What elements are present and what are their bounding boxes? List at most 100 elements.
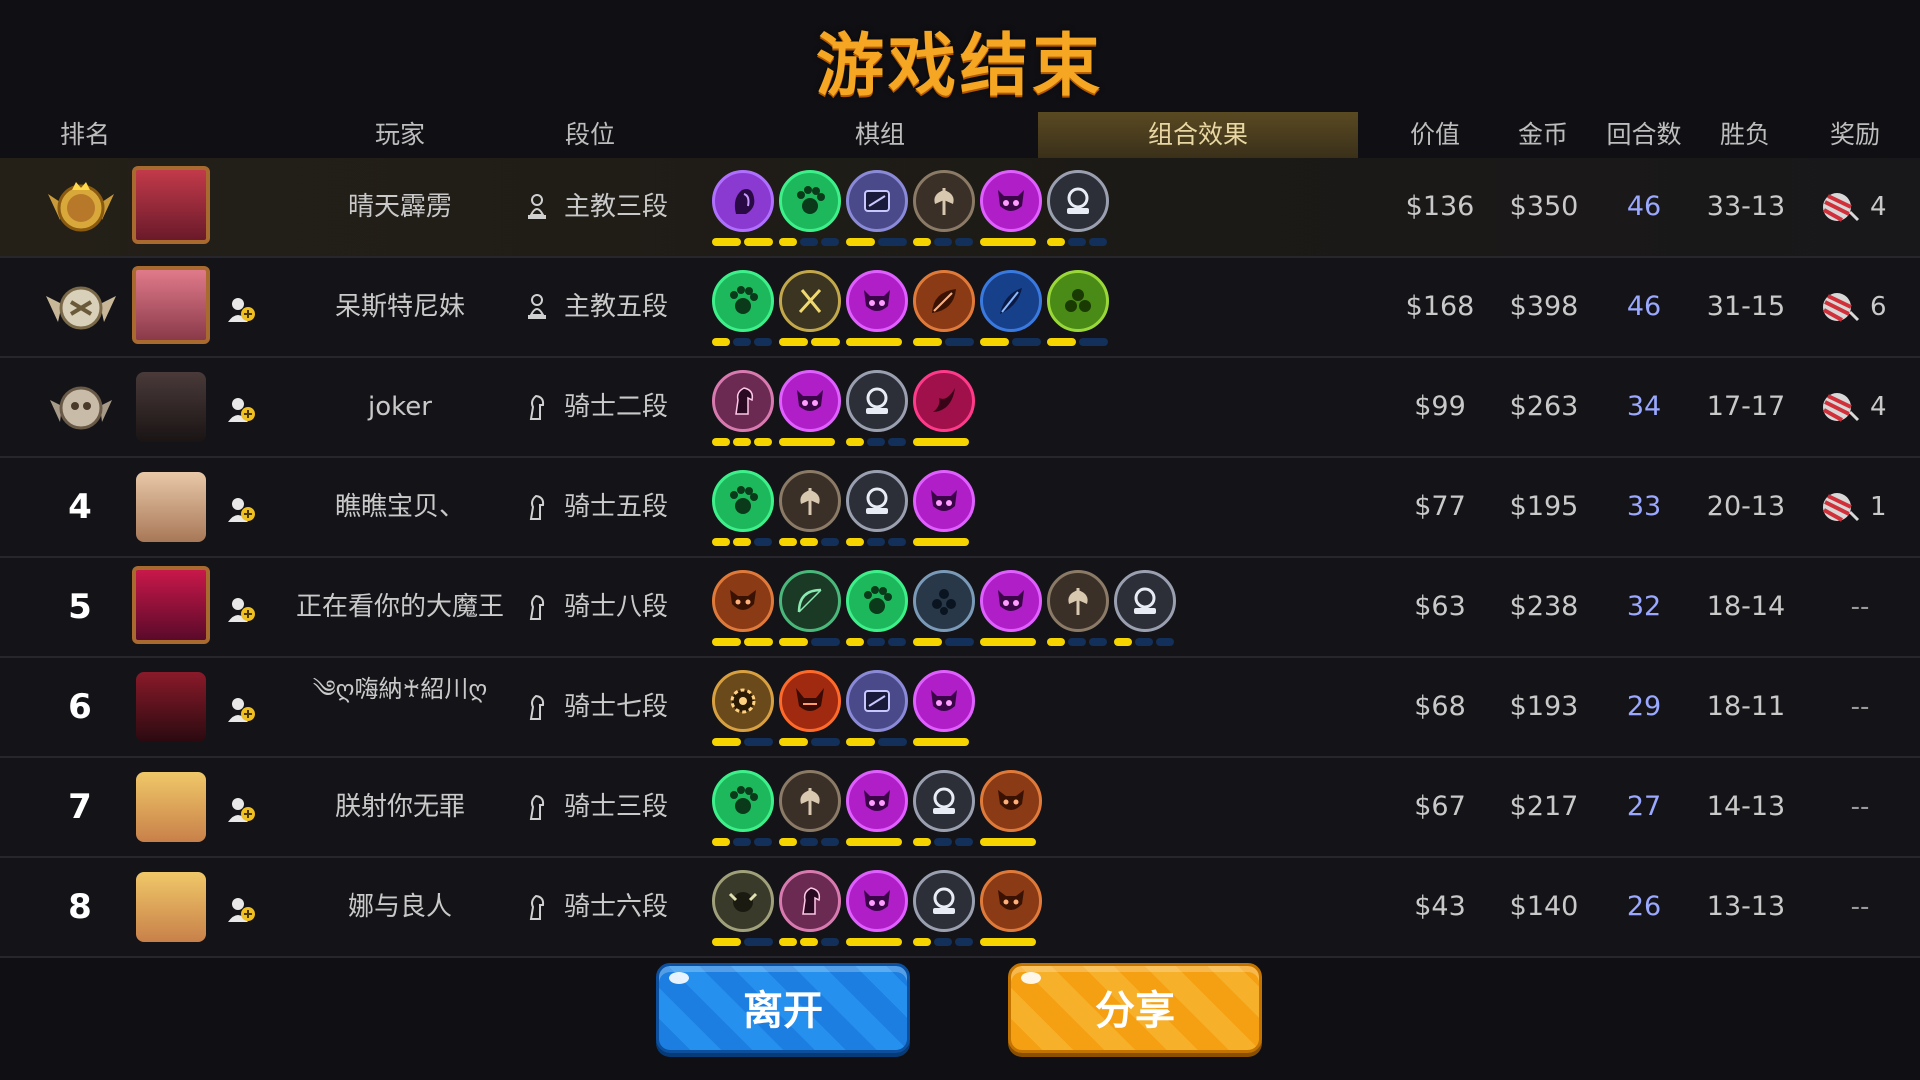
avatar[interactable] xyxy=(132,266,210,344)
candy-icon xyxy=(1820,390,1860,424)
demon-skull-icon[interactable] xyxy=(846,770,908,832)
knight-helm-icon[interactable] xyxy=(846,470,908,532)
paw-icon[interactable] xyxy=(779,170,841,232)
level-pip xyxy=(846,838,902,846)
synergy-level-bar xyxy=(846,338,908,346)
level-pip xyxy=(1012,338,1041,346)
synergy-level-bar xyxy=(846,238,908,246)
avatar[interactable] xyxy=(136,672,206,742)
demon-skull-icon[interactable] xyxy=(779,370,841,432)
paw-icon[interactable] xyxy=(712,270,774,332)
paw-icon[interactable] xyxy=(712,770,774,832)
axe-icon[interactable] xyxy=(779,470,841,532)
candy-icon xyxy=(1820,290,1860,324)
table-header: 排名 玩家 段位 棋组 组合效果 价值 金币 回合数 胜负 奖励 xyxy=(0,112,1920,160)
feather-icon[interactable] xyxy=(980,270,1042,332)
level-pip xyxy=(712,838,730,846)
synergy-level-bar xyxy=(779,538,841,546)
demon-skull-icon[interactable] xyxy=(980,570,1042,632)
synergy-level-bar xyxy=(712,938,774,946)
knight-icon xyxy=(524,393,550,421)
knight-helm-icon[interactable] xyxy=(846,370,908,432)
level-pip xyxy=(754,838,772,846)
avatar[interactable] xyxy=(132,166,210,244)
avatar[interactable] xyxy=(136,372,206,442)
avatar[interactable] xyxy=(136,872,206,942)
gold-cell: $195 xyxy=(1509,491,1579,522)
rounds-cell: 46 xyxy=(1626,291,1662,322)
beast-mask-icon[interactable] xyxy=(980,770,1042,832)
mech-icon[interactable] xyxy=(846,670,908,732)
avatar[interactable] xyxy=(132,566,210,644)
elf-icon[interactable] xyxy=(1047,270,1109,332)
goblin-icon[interactable] xyxy=(712,870,774,932)
add-friend-icon[interactable] xyxy=(226,494,256,524)
synergy-level-bar xyxy=(779,238,841,246)
level-pip xyxy=(733,438,751,446)
beast-mask-icon[interactable] xyxy=(980,870,1042,932)
share-button[interactable]: 分享 xyxy=(1008,963,1262,1053)
tab-pieces[interactable]: 棋组 xyxy=(820,112,940,158)
dragon-icon[interactable] xyxy=(913,370,975,432)
add-friend-icon[interactable] xyxy=(226,294,256,324)
horse-icon[interactable] xyxy=(712,370,774,432)
mech-icon[interactable] xyxy=(846,170,908,232)
knight-helm-icon[interactable] xyxy=(1047,170,1109,232)
knight-helm-icon[interactable] xyxy=(913,870,975,932)
player-name: ༄ღ嗨納♰紹川ღ xyxy=(312,675,488,703)
knight-helm-icon[interactable] xyxy=(1114,570,1176,632)
axe-icon[interactable] xyxy=(913,170,975,232)
level-pip xyxy=(878,238,907,246)
demon-skull-icon[interactable] xyxy=(980,170,1042,232)
crossed-blades-icon[interactable] xyxy=(779,270,841,332)
level-pip xyxy=(913,238,931,246)
synergy-level-bar xyxy=(846,638,908,646)
paw-icon[interactable] xyxy=(846,570,908,632)
synergy-level-bar xyxy=(779,638,841,646)
level-pip xyxy=(754,338,772,346)
leave-button[interactable]: 离开 xyxy=(656,963,910,1053)
demon-skull-icon[interactable] xyxy=(913,670,975,732)
rounds-cell: 33 xyxy=(1626,491,1662,522)
horned-mask-icon[interactable] xyxy=(779,670,841,732)
synergy-level-bar xyxy=(913,938,975,946)
add-friend-icon[interactable] xyxy=(226,694,256,724)
demon-skull-icon[interactable] xyxy=(913,470,975,532)
gear-icon[interactable] xyxy=(712,670,774,732)
gold-cell: $238 xyxy=(1509,591,1579,622)
add-friend-icon[interactable] xyxy=(226,894,256,924)
level-pip xyxy=(779,638,808,646)
reward-count: 4 xyxy=(1870,192,1887,222)
level-pip xyxy=(846,438,864,446)
add-friend-icon[interactable] xyxy=(226,394,256,424)
demon-skull-icon[interactable] xyxy=(846,870,908,932)
level-pip xyxy=(955,838,973,846)
tier-label: 主教五段 xyxy=(564,292,669,322)
horse-icon[interactable] xyxy=(779,870,841,932)
add-friend-icon[interactable] xyxy=(226,594,256,624)
level-pip xyxy=(712,938,741,946)
knight-helm-icon[interactable] xyxy=(913,770,975,832)
axe-icon[interactable] xyxy=(779,770,841,832)
winloss-cell: 18-14 xyxy=(1706,591,1786,622)
demon-hand-icon[interactable] xyxy=(712,170,774,232)
level-pip xyxy=(744,638,773,646)
leaf-icon[interactable] xyxy=(913,270,975,332)
level-pip xyxy=(712,438,730,446)
winloss-cell: 18-11 xyxy=(1706,691,1786,722)
add-friend-icon[interactable] xyxy=(226,794,256,824)
level-pip xyxy=(1089,638,1107,646)
level-pip xyxy=(712,738,741,746)
beast-mask-icon[interactable] xyxy=(712,570,774,632)
level-pip xyxy=(867,538,885,546)
reward-count: 1 xyxy=(1870,492,1887,522)
avatar[interactable] xyxy=(136,472,206,542)
avatar[interactable] xyxy=(136,772,206,842)
value-cell: $43 xyxy=(1414,891,1466,922)
tab-synergy[interactable]: 组合效果 xyxy=(1038,112,1358,160)
demon-skull-icon[interactable] xyxy=(846,270,908,332)
bow-icon[interactable] xyxy=(779,570,841,632)
axe-icon[interactable] xyxy=(1047,570,1109,632)
cluster-icon[interactable] xyxy=(913,570,975,632)
paw-icon[interactable] xyxy=(712,470,774,532)
